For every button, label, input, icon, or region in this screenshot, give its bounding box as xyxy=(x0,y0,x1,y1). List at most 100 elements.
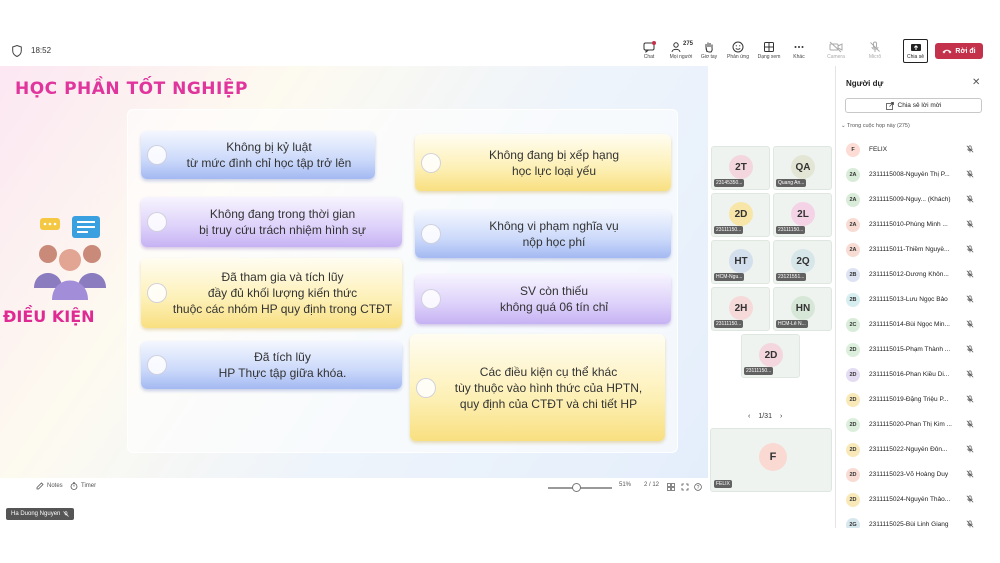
radio-circle-icon xyxy=(421,224,441,244)
people-button[interactable]: 275 Mọi người xyxy=(668,41,694,65)
participant-row[interactable]: 2D 2311115022-Nguyễn Đôn... xyxy=(846,437,996,462)
more-button[interactable]: Khác xyxy=(786,41,812,65)
participant-row[interactable]: 2G 2311115025-Bùi Linh Giang xyxy=(846,512,996,528)
video-tile[interactable]: QA Quang An... xyxy=(773,146,832,190)
tile-avatar: 2T xyxy=(729,155,753,179)
timer-button[interactable]: Timer xyxy=(70,482,96,490)
condition-line: học lực loại yếu xyxy=(511,163,597,178)
chat-label: Chat xyxy=(643,54,655,60)
mic-off-icon xyxy=(966,195,974,203)
shield-icon xyxy=(12,45,22,57)
participant-row[interactable]: 2A 2311115008-Nguyễn Thị P... xyxy=(846,162,996,187)
video-tile[interactable]: 2Q 23121551... xyxy=(773,240,832,284)
participant-avatar: 2A xyxy=(846,192,860,207)
participant-avatar: 2A xyxy=(846,217,860,232)
condition-line: Các điều kiện cụ thể khác xyxy=(479,364,618,379)
video-tile-felix[interactable]: F FELIX xyxy=(710,428,832,492)
participant-row[interactable]: 2D 2311115023-Võ Hoàng Duy xyxy=(846,462,996,487)
participant-row[interactable]: 2A 2311115009-Nguy... (Khách) xyxy=(846,187,996,212)
participant-avatar: 2D xyxy=(846,467,860,482)
participant-row[interactable]: 2C 2311115014-Bùi Ngọc Min... xyxy=(846,312,996,337)
notes-button[interactable]: Notes xyxy=(36,482,63,490)
hang-up-icon xyxy=(942,49,952,54)
participant-name: 2311115020-Phan Thị Kim ... xyxy=(869,421,952,428)
participant-row[interactable]: 2D 2311115016-Phan Kiều Di... xyxy=(846,362,996,387)
mic-label: Micrô xyxy=(868,54,882,60)
participant-avatar: 2D xyxy=(846,367,860,382)
felix-name: FELIX xyxy=(714,480,732,488)
condition-card: SV còn thiếu không quá 06 tín chỉ xyxy=(415,274,671,324)
radio-circle-icon xyxy=(416,377,436,398)
participant-row[interactable]: 2B 2311115013-Lưu Ngọc Bảo xyxy=(846,287,996,312)
leave-label: Rời đi xyxy=(955,47,976,55)
felix-avatar: F xyxy=(759,443,787,471)
next-page-icon[interactable]: › xyxy=(780,413,782,420)
video-tile[interactable]: 2H 23111150... xyxy=(711,287,770,331)
participant-row[interactable]: 2B 2311115012-Dương Khôn... xyxy=(846,262,996,287)
chat-button[interactable]: Chat xyxy=(636,41,662,65)
shared-slide: HỌC PHẦN TỐT NGHIỆP ĐIỀU KIỆN Không bị k… xyxy=(0,66,708,478)
raise-hand-button[interactable]: Giơ tay xyxy=(696,41,722,65)
prev-page-icon[interactable]: ‹ xyxy=(748,413,750,420)
participant-avatar: 2A xyxy=(846,167,860,182)
participant-row[interactable]: 2A 2311115011-Thiềm Nguyễ... xyxy=(846,237,996,262)
video-tile[interactable]: HT HCM-Ngu... xyxy=(711,240,770,284)
participant-name: 2311115022-Nguyễn Đôn... xyxy=(869,446,948,453)
participant-row[interactable]: 2D 2311115015-Phạm Thành ... xyxy=(846,337,996,362)
fullscreen-icon[interactable] xyxy=(681,483,689,491)
in-meeting-section[interactable]: ⌄ Trong cuộc họp này (275) xyxy=(841,123,910,129)
participant-avatar: 2G xyxy=(846,517,860,528)
condition-line: SV còn thiếu xyxy=(519,284,589,298)
tile-avatar: 2D xyxy=(729,202,753,226)
share-screen-button[interactable]: Chia sẻ xyxy=(903,39,928,63)
condition-text: Các điều kiện cụ thể khác tùy thuộc vào h… xyxy=(455,364,642,412)
mic-off-icon xyxy=(966,445,974,453)
close-icon[interactable]: ✕ xyxy=(972,77,980,88)
share-invite-button[interactable]: Chia sẻ lời mời xyxy=(845,98,982,113)
page-indicator: 2 / 12 xyxy=(644,482,660,488)
participant-row[interactable]: 2A 2311115010-Phùng Minh ... xyxy=(846,212,996,237)
tile-name: 23111150... xyxy=(776,226,806,234)
video-tile[interactable]: 2D 23111150... xyxy=(711,193,770,237)
slide-title: HỌC PHẦN TỐT NGHIỆP xyxy=(15,79,248,99)
mic-off-icon xyxy=(966,295,974,303)
condition-line: bị truy cứu trách nhiệm hình sự xyxy=(199,223,366,237)
tile-name: 23111150... xyxy=(714,320,744,328)
participant-avatar: 2D xyxy=(846,392,860,407)
zoom-slider-knob[interactable] xyxy=(572,483,581,492)
help-icon[interactable]: ? xyxy=(694,483,702,491)
video-tile[interactable]: 2T 23145350... xyxy=(711,146,770,190)
mic-off-icon xyxy=(966,245,974,253)
participant-row[interactable]: 2D 2311115020-Phan Thị Kim ... xyxy=(846,412,996,437)
participant-row[interactable]: 2D 2311115019-Đặng Triệu P... xyxy=(846,387,996,412)
reaction-button[interactable]: Phản ứng xyxy=(725,41,751,65)
presenter-name-tag: Ha Duong Nguyen xyxy=(6,508,75,520)
video-tile[interactable]: HN HCM-Lê N... xyxy=(773,287,832,331)
zoom-level: 51% xyxy=(619,482,632,488)
mic-button[interactable]: Micrô xyxy=(862,41,888,65)
chevron-down-icon: ⌄ xyxy=(841,123,846,129)
condition-line: nộp học phí xyxy=(522,235,586,249)
condition-card: Các điều kiện cụ thể khác tùy thuộc vào h… xyxy=(410,334,665,441)
participants-title: Người dự xyxy=(846,79,884,88)
mic-off-icon xyxy=(966,170,974,178)
camera-button[interactable]: Camera xyxy=(823,41,849,65)
video-tile[interactable]: 2D 23111150... xyxy=(741,334,800,378)
leave-button[interactable]: Rời đi xyxy=(935,43,983,59)
condition-line: thuộc các nhóm HP quy định trong CTĐT xyxy=(172,302,393,316)
grid-view-icon[interactable] xyxy=(667,483,675,491)
video-tile[interactable]: 2L 23111150... xyxy=(773,193,832,237)
participant-row[interactable]: F FELIX xyxy=(846,137,996,162)
gallery-page: 1/31 xyxy=(758,413,772,420)
conditions-label: ĐIỀU KIỆN xyxy=(3,307,95,326)
view-button[interactable]: Dạng xem xyxy=(756,41,782,65)
participant-row[interactable]: 2D 2311115024-Nguyễn Thảo... xyxy=(846,487,996,512)
reaction-label: Phản ứng xyxy=(727,54,749,60)
radio-circle-icon xyxy=(147,283,167,303)
view-label: Dạng xem xyxy=(757,54,781,60)
svg-text:?: ? xyxy=(697,485,700,491)
condition-text: Không đang bị xếp hạng học lực loại yếu xyxy=(489,147,619,179)
condition-line: Không vi phạm nghĩa vụ xyxy=(489,219,619,233)
presentation-controls: Notes Timer 51% 2 / 12 ? xyxy=(0,478,708,496)
participant-avatar: 2B xyxy=(846,267,860,282)
